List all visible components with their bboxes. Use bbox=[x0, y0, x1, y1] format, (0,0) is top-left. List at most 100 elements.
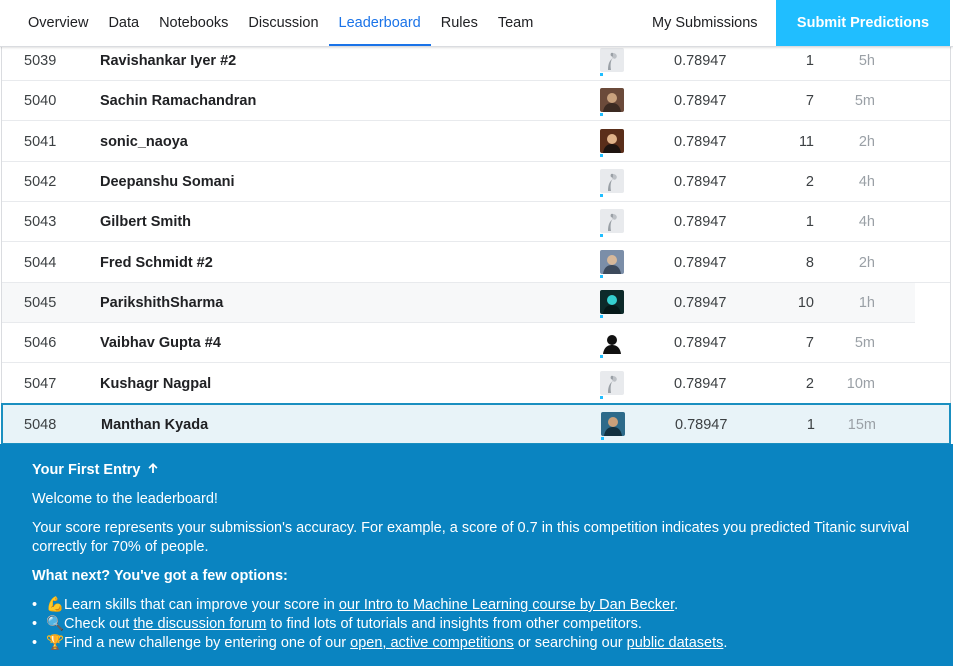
team-name-link[interactable]: Kushagr Nagpal bbox=[100, 364, 211, 404]
entries-cell: 1 bbox=[805, 53, 814, 69]
table-row[interactable]: 5045 ParikshithSharma 0.78947 10 1h bbox=[2, 283, 950, 334]
flexed-bicep-icon: 💪 bbox=[46, 597, 65, 613]
tab-overview[interactable]: Overview bbox=[18, 0, 98, 46]
rank-cell: 5042 bbox=[24, 174, 57, 190]
score-cell: 0.78947 bbox=[674, 335, 727, 351]
rank-cell: 5043 bbox=[24, 214, 57, 230]
last-submission-cell: 15m bbox=[847, 417, 876, 433]
rank-cell: 5046 bbox=[24, 335, 57, 351]
last-submission-cell: 10m bbox=[846, 376, 875, 392]
entries-cell: 8 bbox=[805, 255, 814, 271]
last-submission-cell: 5h bbox=[858, 53, 875, 69]
tab-bar: Overview Data Notebooks Discussion Leade… bbox=[18, 0, 543, 46]
score-cell: 0.78947 bbox=[674, 53, 727, 69]
banner-title-text: Your First Entry bbox=[32, 462, 141, 478]
table-row[interactable]: 5040 Sachin Ramachandran 0.78947 7 5m bbox=[2, 81, 950, 121]
option-text: Find a new challenge by entering one of … bbox=[64, 635, 351, 651]
trophy-icon: 🏆 bbox=[46, 635, 65, 651]
option-text: . bbox=[674, 597, 679, 613]
tier-indicator-icon bbox=[600, 73, 606, 76]
banner-welcome: Welcome to the leaderboard! bbox=[32, 491, 218, 507]
option-text: Learn skills that can improve your score… bbox=[64, 597, 339, 613]
avatar[interactable] bbox=[600, 330, 624, 354]
last-submission-cell: 4h bbox=[858, 214, 875, 230]
tier-indicator-icon bbox=[600, 234, 606, 253]
table-row-current-user[interactable]: 5048 Manthan Kyada 0.78947 1 15m bbox=[1, 403, 951, 445]
table-row[interactable]: 5046 Vaibhav Gupta #4 0.78947 7 5m bbox=[2, 323, 950, 363]
team-name-link[interactable]: ParikshithSharma bbox=[100, 283, 223, 323]
score-cell: 0.78947 bbox=[675, 417, 728, 433]
rank-cell: 5041 bbox=[24, 134, 57, 150]
option-text: Check out bbox=[64, 616, 134, 632]
option-text: or searching our bbox=[513, 635, 627, 651]
table-row[interactable]: 5039 Ravishankar Iyer #2 0.78947 1 5h bbox=[2, 41, 950, 81]
tier-indicator-icon bbox=[600, 113, 606, 116]
score-cell: 0.78947 bbox=[674, 255, 727, 271]
entries-cell: 11 bbox=[798, 134, 814, 150]
table-row[interactable]: 5047 Kushagr Nagpal 0.78947 2 10m bbox=[2, 364, 950, 404]
tier-indicator-icon bbox=[600, 355, 606, 358]
score-cell: 0.78947 bbox=[674, 295, 727, 311]
tab-data[interactable]: Data bbox=[98, 0, 149, 46]
entries-cell: 1 bbox=[806, 417, 815, 433]
rank-cell: 5045 bbox=[24, 295, 57, 311]
avatar[interactable] bbox=[601, 412, 625, 436]
last-submission-cell: 5m bbox=[854, 335, 875, 351]
team-name-link[interactable]: Gilbert Smith bbox=[100, 202, 191, 242]
tier-indicator-icon bbox=[600, 194, 606, 197]
public-datasets-link[interactable]: public datasets bbox=[627, 635, 724, 651]
leaderboard-table: 5039 Ravishankar Iyer #2 0.78947 1 5h 5040 Sac… bbox=[1, 41, 951, 445]
tier-indicator-icon bbox=[600, 396, 606, 399]
team-name-link[interactable]: sonic_naoya bbox=[100, 122, 188, 162]
team-name-link[interactable]: Sachin Ramachandran bbox=[100, 81, 256, 121]
active-competitions-link[interactable]: open, active competitions bbox=[350, 635, 514, 651]
option-text: . bbox=[723, 635, 728, 651]
tab-leaderboard[interactable]: Leaderboard bbox=[328, 0, 432, 46]
table-row[interactable]: 5043 Gilbert Smith 0.78947 1 4h bbox=[2, 202, 950, 253]
banner-title: Your First Entry bbox=[32, 462, 159, 478]
team-name-link[interactable]: Ravishankar Iyer #2 bbox=[100, 41, 236, 81]
discussion-forum-link[interactable]: the discussion forum bbox=[133, 616, 266, 632]
tab-discussion[interactable]: Discussion bbox=[238, 0, 328, 46]
arrow-up-icon[interactable] bbox=[147, 462, 159, 478]
intro-ml-course-link[interactable]: our Intro to Machine Learning course by … bbox=[339, 597, 674, 613]
tab-rules[interactable]: Rules bbox=[431, 0, 488, 46]
last-submission-cell: 4h bbox=[858, 174, 875, 190]
tab-notebooks[interactable]: Notebooks bbox=[149, 0, 238, 46]
last-submission-cell: 1h bbox=[858, 295, 875, 311]
team-name-link[interactable]: Fred Schmidt #2 bbox=[100, 243, 213, 283]
avatar[interactable] bbox=[600, 88, 624, 112]
entries-cell: 7 bbox=[805, 335, 814, 351]
rank-cell: 5039 bbox=[24, 53, 57, 69]
entries-cell: 7 bbox=[805, 93, 814, 109]
score-cell: 0.78947 bbox=[674, 214, 727, 230]
option-text: to find lots of tutorials and insights f… bbox=[266, 616, 642, 632]
last-submission-cell: 2h bbox=[858, 255, 875, 271]
submit-predictions-button[interactable]: Submit Predictions bbox=[776, 0, 950, 46]
team-name-link[interactable]: Vaibhav Gupta #4 bbox=[100, 323, 221, 363]
table-row[interactable]: 5041 sonic_naoya 0.78947 11 2h bbox=[2, 122, 950, 162]
list-item: 🏆Find a new challenge by entering one of… bbox=[32, 634, 727, 653]
table-row[interactable]: 5042 Deepanshu Somani 0.78947 2 4h bbox=[2, 162, 950, 202]
default-avatar-icon[interactable] bbox=[600, 371, 624, 395]
rank-cell: 5040 bbox=[24, 93, 57, 109]
entries-cell: 10 bbox=[797, 295, 814, 311]
banner-next-heading: What next? You've got a few options: bbox=[32, 568, 288, 584]
default-avatar-icon[interactable] bbox=[600, 169, 624, 193]
magnifier-icon: 🔍 bbox=[46, 616, 65, 632]
score-cell: 0.78947 bbox=[674, 93, 727, 109]
default-avatar-icon[interactable] bbox=[600, 48, 624, 72]
team-name-link[interactable]: Manthan Kyada bbox=[101, 405, 208, 445]
row-edge bbox=[915, 283, 950, 323]
default-avatar-icon[interactable] bbox=[600, 209, 624, 233]
my-submissions-link[interactable]: My Submissions bbox=[641, 0, 769, 46]
avatar[interactable] bbox=[600, 250, 624, 274]
avatar[interactable] bbox=[600, 129, 624, 153]
entries-cell: 2 bbox=[805, 174, 814, 190]
table-row[interactable]: 5044 Fred Schmidt #2 0.78947 8 2h bbox=[2, 243, 950, 283]
rank-cell: 5047 bbox=[24, 376, 57, 392]
competition-nav: Overview Data Notebooks Discussion Leade… bbox=[0, 0, 953, 47]
team-name-link[interactable]: Deepanshu Somani bbox=[100, 162, 235, 202]
avatar[interactable] bbox=[600, 290, 624, 314]
tab-team[interactable]: Team bbox=[488, 0, 543, 46]
